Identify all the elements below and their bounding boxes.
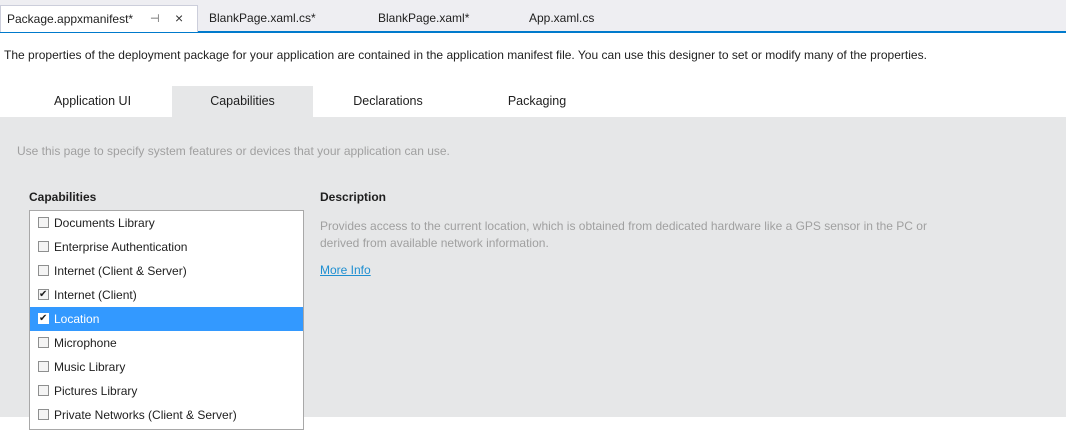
capability-internet-client[interactable]: Internet (Client) <box>30 283 303 307</box>
tab-blankpage-xaml[interactable]: BlankPage.xaml* <box>378 6 469 31</box>
page-hint: Use this page to specify system features… <box>17 144 450 158</box>
capability-label: Internet (Client) <box>54 288 137 302</box>
document-tab-strip: Package.appxmanifest* ⊣ × BlankPage.xaml… <box>0 0 1066 33</box>
capability-enterprise-authentication[interactable]: Enterprise Authentication <box>30 235 303 259</box>
designer-tabs: Application UI Capabilities Declarations… <box>0 86 1066 117</box>
close-icon[interactable]: × <box>175 5 183 31</box>
capability-label: Location <box>54 312 100 326</box>
intro-text: The properties of the deployment package… <box>4 48 927 62</box>
tab-label: Package.appxmanifest* <box>7 12 134 26</box>
capability-label: Private Networks (Client & Server) <box>54 408 237 422</box>
capability-label: Pictures Library <box>54 384 138 398</box>
tab-app-xaml-cs[interactable]: App.xaml.cs <box>529 6 594 31</box>
checkbox[interactable] <box>38 337 49 348</box>
capability-label: Microphone <box>54 336 117 350</box>
more-info-link[interactable]: More Info <box>320 263 371 277</box>
description-heading: Description <box>320 190 387 204</box>
tab-capabilities[interactable]: Capabilities <box>172 86 313 117</box>
capability-music-library[interactable]: Music Library <box>30 355 303 379</box>
checkbox[interactable] <box>38 361 49 372</box>
checkbox[interactable] <box>38 409 49 420</box>
checkbox[interactable] <box>38 241 49 252</box>
capabilities-heading: Capabilities <box>29 190 97 204</box>
capability-documents-library[interactable]: Documents Library <box>30 211 303 235</box>
checkbox[interactable] <box>38 307 49 331</box>
capabilities-list[interactable]: Documents Library Enterprise Authenticat… <box>29 210 304 430</box>
tab-packaging[interactable]: Packaging <box>462 86 612 117</box>
capability-label: Internet (Client & Server) <box>54 264 187 278</box>
capability-label: Enterprise Authentication <box>54 240 188 254</box>
tab-application-ui[interactable]: Application UI <box>15 86 170 117</box>
pin-icon[interactable]: ⊣ <box>150 6 160 32</box>
tab-blankpage-xaml-cs[interactable]: BlankPage.xaml.cs* <box>209 6 316 31</box>
capability-label: Music Library <box>54 360 126 374</box>
capability-internet-client-server[interactable]: Internet (Client & Server) <box>30 259 303 283</box>
capability-location[interactable]: Location <box>30 307 303 331</box>
capability-microphone[interactable]: Microphone <box>30 331 303 355</box>
checkbox[interactable] <box>38 385 49 396</box>
checkbox[interactable] <box>38 265 49 276</box>
checkbox[interactable] <box>38 283 49 307</box>
tab-package-appxmanifest[interactable]: Package.appxmanifest* ⊣ × <box>0 5 198 32</box>
capability-private-networks[interactable]: Private Networks (Client & Server) <box>30 403 303 427</box>
tab-declarations[interactable]: Declarations <box>318 86 458 117</box>
checkbox[interactable] <box>38 217 49 228</box>
capabilities-panel: Use this page to specify system features… <box>0 117 1066 430</box>
capability-label: Documents Library <box>54 216 155 230</box>
capability-pictures-library[interactable]: Pictures Library <box>30 379 303 403</box>
description-text: Provides access to the current location,… <box>320 219 927 250</box>
